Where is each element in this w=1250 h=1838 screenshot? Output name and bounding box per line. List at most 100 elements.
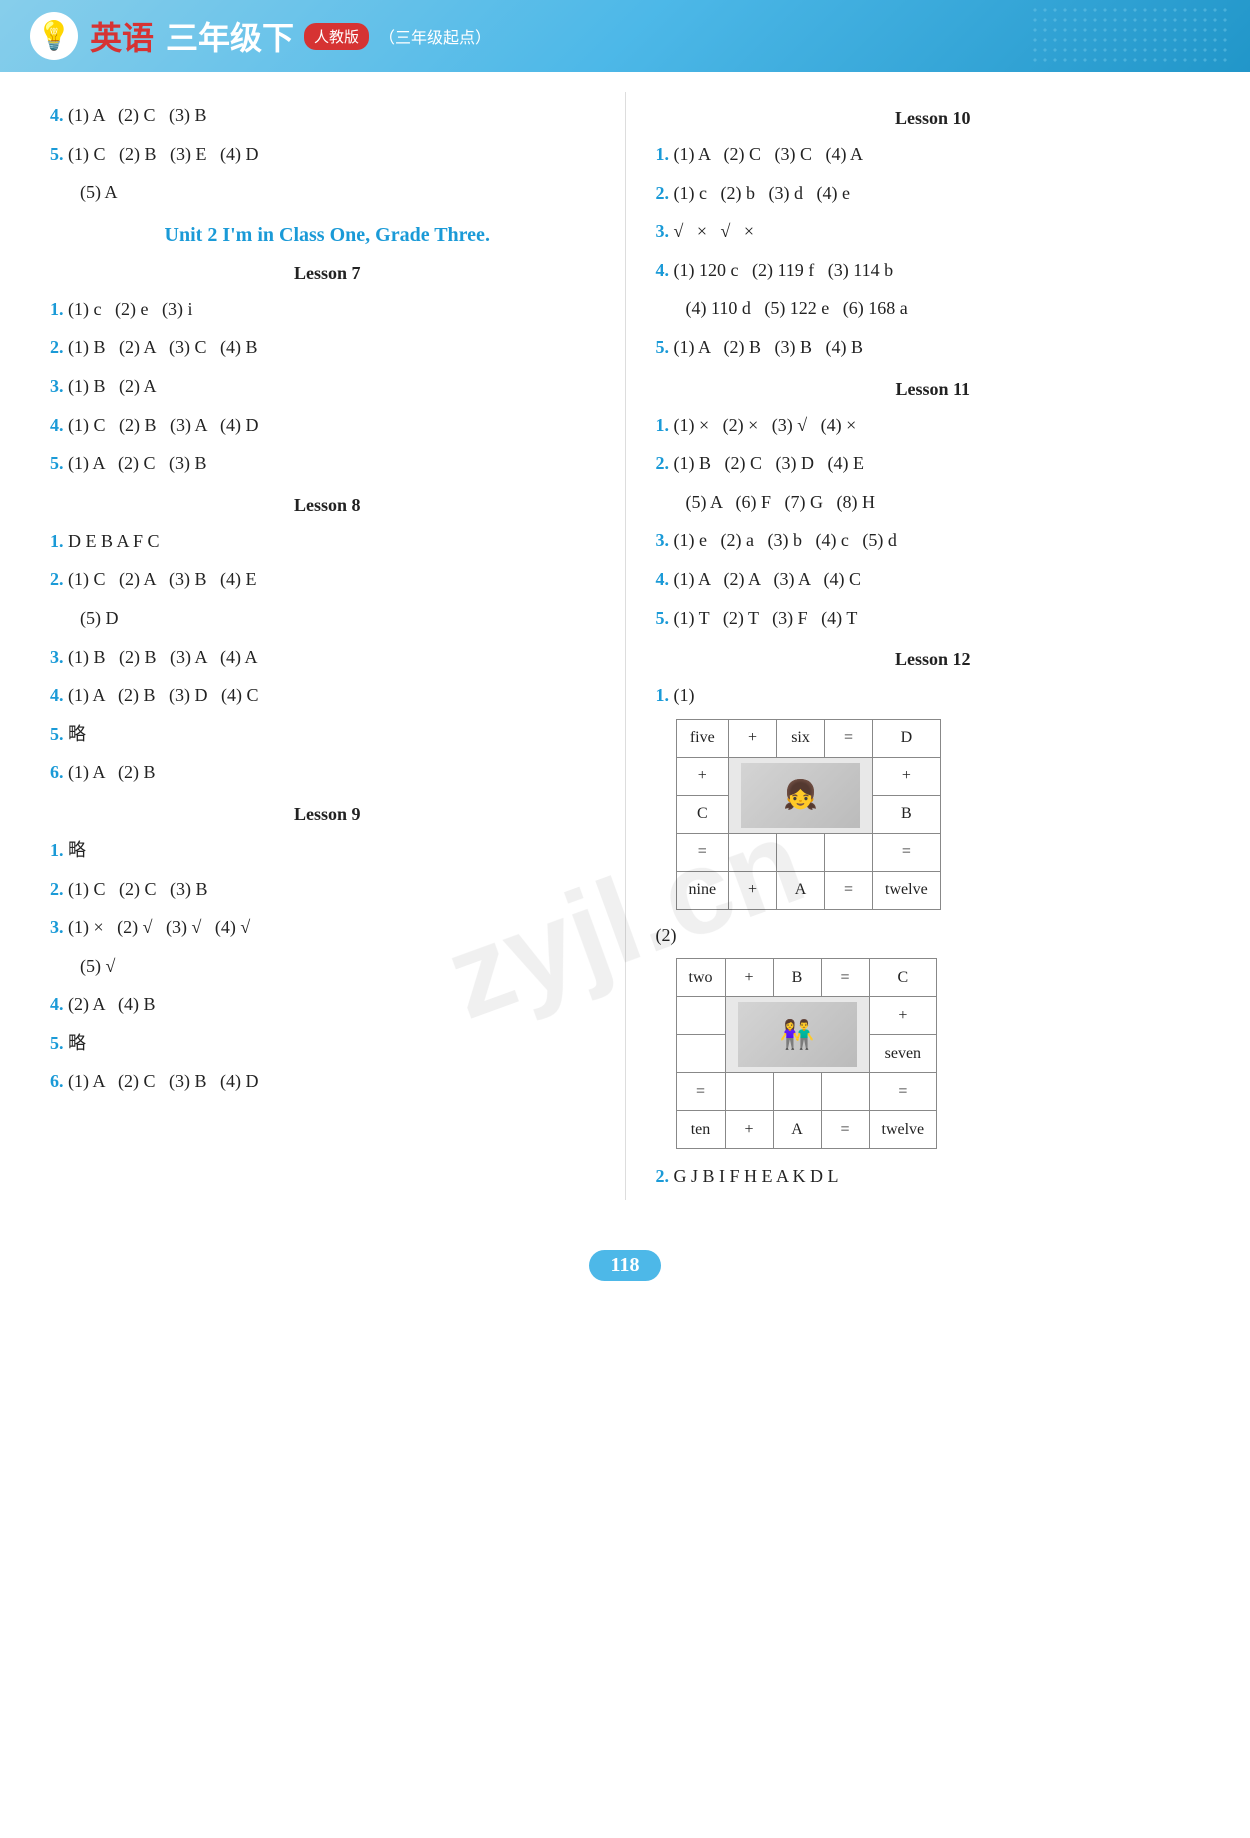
- l9-q6: 6. (1) A (2) C (3) B (4) D: [50, 1066, 605, 1097]
- table-cell: ten: [676, 1111, 725, 1149]
- table-cell: =: [676, 833, 729, 871]
- table-cell: [821, 1073, 869, 1111]
- subject-title: 英语: [90, 13, 154, 59]
- table-cell: A: [773, 1111, 821, 1149]
- table-cell: +: [725, 959, 773, 997]
- page-number-badge: 118: [589, 1250, 662, 1281]
- q5-content: (1) C (2) B (3) E (4) D: [68, 144, 258, 164]
- l11-q2b: (5) A (6) F (7) G (8) H: [686, 487, 1211, 518]
- l9-q1: 1. 略: [50, 835, 605, 866]
- lesson12-title: Lesson 12: [656, 649, 1211, 670]
- table-cell: =: [676, 1073, 725, 1111]
- q5-5-content: (5) A: [80, 182, 118, 202]
- l10-q2: 2. (1) c (2) b (3) d (4) e: [656, 178, 1211, 209]
- table-cell: +: [873, 757, 941, 795]
- table-cell: [676, 1035, 725, 1073]
- lesson9-title: Lesson 9: [50, 804, 605, 825]
- lesson12-table1: five + six = D + 👧 + C B =: [676, 719, 941, 910]
- prev-answer-4: 4. (1) A (2) C (3) B: [50, 100, 605, 131]
- header-subtitle: （三年级起点）: [379, 24, 491, 48]
- grade-title: 三年级下: [166, 13, 294, 59]
- table-cell: [777, 833, 825, 871]
- table-cell: A: [777, 871, 825, 909]
- l9-q2: 2. (1) C (2) C (3) B: [50, 874, 605, 905]
- l7-q5: 5. (1) A (2) C (3) B: [50, 448, 605, 479]
- q4-num: 4.: [50, 105, 64, 125]
- l7-q3: 3. (1) B (2) A: [50, 371, 605, 402]
- table-image-cell: 👧: [729, 757, 873, 833]
- l9-q4: 4. (2) A (4) B: [50, 989, 605, 1020]
- table-cell: B: [773, 959, 821, 997]
- table-cell: [825, 833, 873, 871]
- table-cell: =: [825, 871, 873, 909]
- l8-q2: 2. (1) C (2) A (3) B (4) E: [50, 564, 605, 595]
- l7-q4: 4. (1) C (2) B (3) A (4) D: [50, 410, 605, 441]
- left-column: 4. (1) A (2) C (3) B 5. (1) C (2) B (3) …: [50, 92, 626, 1200]
- l8-q2-5: (5) D: [80, 603, 605, 634]
- table-cell: [676, 997, 725, 1035]
- l7-q2: 2. (1) B (2) A (3) C (4) B: [50, 332, 605, 363]
- l7-q1: 1. (1) c (2) e (3) i: [50, 294, 605, 325]
- l12-q2: 2. G J B I F H E A K D L: [656, 1161, 1211, 1192]
- l12-q1-2-label: (2): [656, 920, 1211, 951]
- q4-content: (1) A (2) C (3) B: [68, 105, 207, 125]
- table-image2: 👫: [738, 1002, 857, 1067]
- main-content: 4. (1) A (2) C (3) B 5. (1) C (2) B (3) …: [0, 72, 1250, 1230]
- unit2-title: Unit 2 I'm in Class One, Grade Three.: [50, 224, 605, 247]
- table-cell: C: [676, 795, 729, 833]
- table-cell: C: [869, 959, 937, 997]
- l8-q5: 5. 略: [50, 719, 605, 750]
- l11-q1: 1. (1) × (2) × (3) √ (4) ×: [656, 410, 1211, 441]
- table-cell: B: [873, 795, 941, 833]
- table-cell: [725, 1073, 773, 1111]
- table-image: 👧: [741, 763, 860, 828]
- light-bulb-icon: [30, 12, 78, 60]
- lesson7-title: Lesson 7: [50, 263, 605, 284]
- table-cell: =: [821, 1111, 869, 1149]
- table-cell: six: [777, 719, 825, 757]
- table-cell: +: [729, 719, 777, 757]
- right-column: Lesson 10 1. (1) A (2) C (3) C (4) A 2. …: [626, 92, 1211, 1200]
- l12-q1-label: 1. (1): [656, 680, 1211, 711]
- page-header: 英语 三年级下 人教版 （三年级起点）: [0, 0, 1250, 72]
- l10-q4b: (4) 110 d (5) 122 e (6) 168 a: [686, 293, 1211, 324]
- l10-q3: 3. √ × √ ×: [656, 216, 1211, 247]
- table-cell: five: [676, 719, 729, 757]
- table-cell: =: [825, 719, 873, 757]
- table-cell: twelve: [873, 871, 941, 909]
- table-cell: [729, 833, 777, 871]
- l9-q3: 3. (1) × (2) √ (3) √ (4) √: [50, 912, 605, 943]
- l9-q5: 5. 略: [50, 1028, 605, 1059]
- prev-answer-5-5: (5) A: [80, 177, 605, 208]
- table-cell: nine: [676, 871, 729, 909]
- table-row: = =: [676, 833, 940, 871]
- table-image-cell2: 👫: [725, 997, 869, 1073]
- lesson12-table2: two + B = C 👫 + seven =: [676, 958, 938, 1149]
- lesson10-title: Lesson 10: [656, 108, 1211, 129]
- lesson11-title: Lesson 11: [656, 379, 1211, 400]
- table-row: = =: [676, 1073, 937, 1111]
- table-row: 👫 +: [676, 997, 937, 1035]
- table-row: ten + A = twelve: [676, 1111, 937, 1149]
- table-cell: +: [729, 871, 777, 909]
- table-cell: =: [873, 833, 941, 871]
- table-cell: =: [869, 1073, 937, 1111]
- lesson8-title: Lesson 8: [50, 495, 605, 516]
- l11-q3: 3. (1) e (2) a (3) b (4) c (5) d: [656, 525, 1211, 556]
- l10-q1: 1. (1) A (2) C (3) C (4) A: [656, 139, 1211, 170]
- l11-q4: 4. (1) A (2) A (3) A (4) C: [656, 564, 1211, 595]
- l10-q4: 4. (1) 120 c (2) 119 f (3) 114 b: [656, 255, 1211, 286]
- l8-q6: 6. (1) A (2) B: [50, 757, 605, 788]
- q5-num: 5.: [50, 144, 64, 164]
- l8-q4: 4. (1) A (2) B (3) D (4) C: [50, 680, 605, 711]
- header-decoration: [1030, 5, 1230, 65]
- table-cell: +: [725, 1111, 773, 1149]
- table-cell: twelve: [869, 1111, 937, 1149]
- table-row: two + B = C: [676, 959, 937, 997]
- table-cell: +: [869, 997, 937, 1035]
- table-cell: [773, 1073, 821, 1111]
- table-row: + 👧 +: [676, 757, 940, 795]
- l11-q5: 5. (1) T (2) T (3) F (4) T: [656, 603, 1211, 634]
- l9-q3-5: (5) √: [80, 951, 605, 982]
- l8-q3: 3. (1) B (2) B (3) A (4) A: [50, 642, 605, 673]
